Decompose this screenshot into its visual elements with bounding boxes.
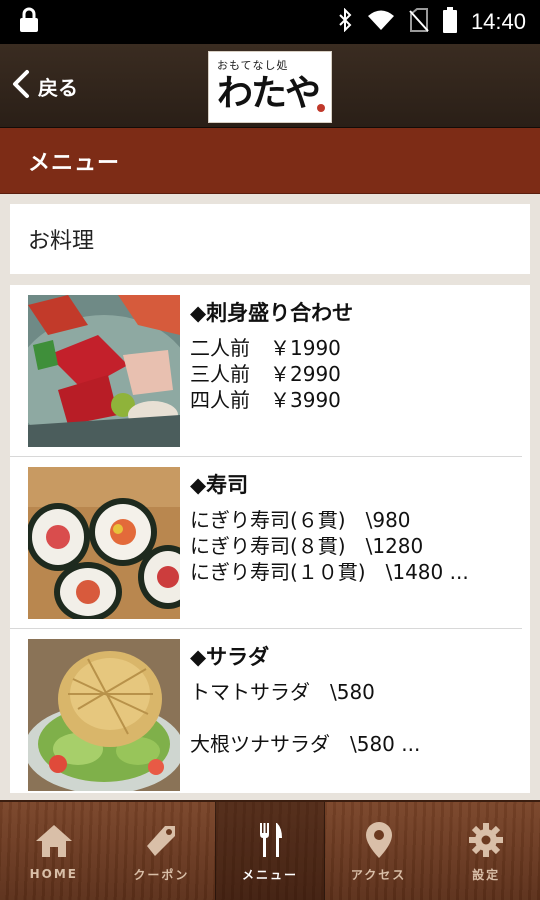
menu-list: ◆刺身盛り合わせ 二人前 ￥1990 三人前 ￥2990 四人前 ￥3990 ◆… <box>10 285 530 793</box>
sashimi-photo <box>28 295 180 447</box>
home-icon <box>34 821 74 861</box>
chevron-left-icon <box>10 69 32 103</box>
category-title: お料理 <box>28 229 95 254</box>
nav-settings[interactable]: 設定 <box>432 802 540 900</box>
menu-item-name: ◆寿司 <box>190 473 249 497</box>
restaurant-logo: おもてなし処 わたや <box>208 51 332 123</box>
category-header: お料理 <box>10 204 530 274</box>
menu-item-price-line: 大根ツナサラダ \580 ... <box>190 732 421 756</box>
menu-item-price-line: 三人前 ￥2990 <box>190 362 341 386</box>
nav-menu[interactable]: メニュー <box>215 802 325 900</box>
section-title: メニュー <box>28 150 121 176</box>
back-button[interactable]: 戻る <box>10 68 78 104</box>
menu-item-price-line: トマトサラダ \580 <box>190 680 375 704</box>
gear-icon <box>466 820 506 860</box>
menu-item-name: ◆サラダ <box>190 645 270 669</box>
menu-item-name: ◆刺身盛り合わせ <box>190 301 354 325</box>
menu-item-price-line: にぎり寿司(６貫) \980 <box>190 508 411 532</box>
menu-item-text: ◆寿司 にぎり寿司(６貫) \980 にぎり寿司(８貫) \1280 にぎり寿司… <box>190 469 514 585</box>
status-time: 14:40 <box>470 9 526 34</box>
fork-knife-icon <box>250 820 290 860</box>
nav-label: クーポン <box>133 867 190 882</box>
coupon-icon <box>141 820 181 860</box>
menu-item-text: ◆サラダ トマトサラダ \580 大根ツナサラダ \580 ... <box>190 641 514 757</box>
battery-icon <box>442 7 457 37</box>
location-pin-icon <box>359 820 399 860</box>
menu-item-sashimi[interactable]: ◆刺身盛り合わせ 二人前 ￥1990 三人前 ￥2990 四人前 ￥3990 <box>10 285 522 457</box>
menu-item-spacer <box>190 705 514 731</box>
bluetooth-icon <box>337 7 353 36</box>
menu-item-text: ◆刺身盛り合わせ 二人前 ￥1990 三人前 ￥2990 四人前 ￥3990 <box>190 297 514 413</box>
salad-photo <box>28 639 180 791</box>
menu-item-price-line: 二人前 ￥1990 <box>190 336 341 360</box>
app-header: 戻る おもてなし処 わたや <box>0 44 540 128</box>
section-header: メニュー <box>0 128 540 194</box>
status-icons: 14:40 <box>337 7 526 37</box>
nav-label: アクセス <box>350 867 407 882</box>
nav-label: メニュー <box>241 867 298 882</box>
nav-label: 設定 <box>472 867 501 882</box>
nav-coupon[interactable]: クーポン <box>108 802 216 900</box>
menu-item-price-line: 四人前 ￥3990 <box>190 388 341 412</box>
menu-item-price-line: にぎり寿司(１０貫) \1480 ... <box>190 560 469 584</box>
sushi-photo <box>28 467 180 619</box>
no-sim-icon <box>409 8 429 36</box>
status-bar: 14:40 <box>0 0 540 44</box>
nav-access[interactable]: アクセス <box>325 802 433 900</box>
nav-label: HOME <box>29 867 78 881</box>
bottom-navigation: HOME クーポン メニュー アクセス 設定 <box>0 800 540 900</box>
nav-home[interactable]: HOME <box>0 802 108 900</box>
lock-icon <box>18 7 40 37</box>
menu-item-salad[interactable]: ◆サラダ トマトサラダ \580 大根ツナサラダ \580 ... <box>10 629 522 793</box>
wifi-icon <box>367 9 395 35</box>
menu-item-price-line: にぎり寿司(８貫) \1280 <box>190 534 424 558</box>
back-label: 戻る <box>38 75 78 100</box>
logo-seal <box>317 104 325 112</box>
menu-item-sushi[interactable]: ◆寿司 にぎり寿司(６貫) \980 にぎり寿司(８貫) \1280 にぎり寿司… <box>10 457 522 629</box>
logo-wordmark: わたや <box>217 72 321 114</box>
